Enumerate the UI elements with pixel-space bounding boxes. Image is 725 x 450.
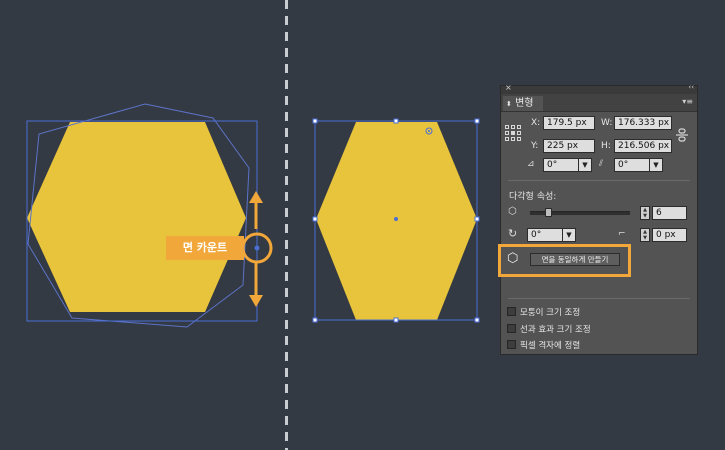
shear-dropdown[interactable]: ▼ [649, 158, 663, 172]
align-pixel-grid-label: 픽셀 격자에 정렬 [520, 341, 581, 351]
side-count-field[interactable]: 6 [652, 206, 687, 220]
align-pixel-grid-checkbox[interactable] [507, 340, 516, 349]
rotate-angle-icon: ⊿ [527, 159, 535, 169]
side-count-stepper[interactable]: ▲ ▼ [640, 206, 650, 220]
rotate-field[interactable]: 0° [543, 158, 579, 172]
panel-tab-row: ⬍ 변형 ▾≡ [501, 94, 697, 112]
rotate-dropdown[interactable]: ▼ [578, 158, 592, 172]
corner-radius-field[interactable]: 0 px [652, 228, 687, 242]
polygon-angle-icon: ↻ [508, 227, 518, 240]
constrain-proportions-icon[interactable] [676, 127, 688, 142]
polygon-angle-dropdown[interactable]: ▼ [562, 228, 576, 242]
x-label: X: [531, 118, 541, 128]
side-count-icon: ⬡ [508, 206, 517, 217]
scale-corners-checkbox[interactable] [507, 307, 516, 316]
x-field[interactable]: 179.5 px [543, 116, 595, 130]
panel-menu-icon[interactable]: ▾≡ [682, 97, 693, 106]
side-count-handle-dot[interactable] [254, 245, 260, 251]
panel-separator-2 [508, 298, 690, 299]
polygon-angle-field[interactable]: 0° [527, 228, 563, 242]
right-center-point [394, 217, 398, 221]
scale-strokes-effects-label: 선과 효과 크기 조정 [520, 325, 591, 335]
w-label: W: [601, 118, 613, 128]
tab-transform[interactable]: ⬍ 변형 [503, 96, 543, 111]
shear-angle-icon: ⫽ [599, 159, 604, 169]
corner-radius-stepper[interactable]: ▲ ▼ [640, 228, 650, 242]
face-count-callout: 면 카운트 [166, 236, 244, 260]
y-field[interactable]: 225 px [543, 139, 595, 153]
h-label: H: [601, 141, 611, 151]
polygon-properties-label: 다각형 속성: [509, 192, 557, 202]
reference-point-icon[interactable] [505, 125, 521, 141]
right-hexagon[interactable] [316, 122, 477, 320]
close-icon[interactable]: × [505, 83, 512, 92]
panel-title-bar: × ‹‹ [501, 83, 697, 94]
width-field[interactable]: 176.333 px [614, 116, 672, 130]
panel-separator [508, 180, 690, 181]
scale-corners-label: 모퉁이 크기 조정 [520, 308, 581, 318]
side-count-slider-thumb[interactable] [545, 208, 552, 217]
tab-arrows-icon: ⬍ [506, 100, 512, 108]
shear-field[interactable]: 0° [614, 158, 650, 172]
height-field[interactable]: 216.506 px [614, 139, 672, 153]
polygon-icon: ⬡ [507, 251, 519, 266]
scale-strokes-effects-checkbox[interactable] [507, 324, 516, 333]
make-sides-equal-button[interactable]: 면을 동일하게 만들기 [530, 253, 620, 266]
corner-radius-icon: ⌐ [618, 229, 626, 239]
y-label: Y: [531, 141, 539, 151]
tab-transform-label: 변형 [515, 98, 534, 109]
left-hexagon[interactable] [27, 122, 246, 312]
collapse-icon[interactable]: ‹‹ [688, 83, 694, 91]
